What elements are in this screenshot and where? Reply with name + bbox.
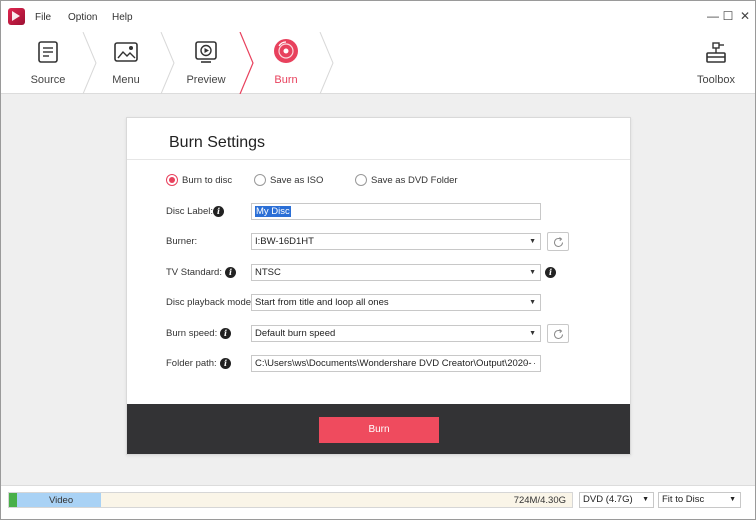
step-burn-label: Burn: [274, 74, 298, 86]
tv-standard-value: NTSC: [255, 267, 281, 278]
close-icon[interactable]: ✕: [738, 9, 752, 23]
minimize-icon[interactable]: —: [706, 9, 720, 23]
chevron-down-icon: ▼: [529, 238, 536, 245]
toolbox-button[interactable]: Toolbox: [685, 32, 747, 94]
refresh-icon: [554, 329, 563, 339]
disc-capacity-bar: Video 724M/4.30G: [8, 492, 573, 508]
folder-path-label: Folder path:: [166, 358, 217, 369]
app-logo-icon: [8, 8, 25, 25]
folder-path-input[interactable]: C:\Users\ws\Documents\Wondershare DVD Cr…: [251, 355, 541, 372]
chevron-down-icon: ▼: [529, 269, 536, 276]
radio-button[interactable]: [166, 174, 178, 186]
tv-standard-label: TV Standard:: [166, 267, 222, 278]
step-source-label: Source: [30, 74, 66, 86]
panel-footer: Burn: [127, 404, 630, 454]
toolbox-label: Toolbox: [697, 74, 735, 86]
info-icon[interactable]: i: [213, 206, 224, 217]
burn-settings-panel: Burn Settings Burn to disc Save as ISO S…: [126, 117, 631, 455]
info-icon[interactable]: i: [220, 358, 231, 369]
fit-mode-value: Fit to Disc: [662, 494, 705, 505]
menu-option[interactable]: Option: [68, 12, 97, 23]
step-menu-label: Menu: [112, 74, 140, 86]
step-navigation: Source Menu Preview Burn Toolbox: [1, 32, 755, 94]
disc-label-label: Disc Label:: [166, 206, 213, 217]
maximize-icon[interactable]: ☐: [721, 9, 735, 23]
browse-folder-icon[interactable]: ···: [525, 356, 538, 371]
chevron-down-icon: ▼: [729, 496, 736, 503]
status-bar: Video 724M/4.30G DVD (4.7G) ▼ Fit to Disc…: [1, 485, 755, 519]
radio-label: Save as DVD Folder: [371, 175, 458, 186]
disc-type-select[interactable]: DVD (4.7G) ▼: [579, 492, 654, 508]
preview-icon: [195, 41, 217, 63]
step-burn[interactable]: Burn: [248, 32, 324, 94]
burn-disc-icon: [274, 39, 298, 63]
burner-select[interactable]: I:BW-16D1HT ▼: [251, 233, 541, 250]
burn-button[interactable]: Burn: [319, 417, 439, 443]
menu-help[interactable]: Help: [112, 12, 133, 23]
folder-path-value: C:\Users\ws\Documents\Wondershare DVD Cr…: [255, 358, 532, 369]
title-bar: File Option Help — ☐ ✕: [1, 1, 755, 32]
app-window: File Option Help — ☐ ✕ Source Menu Previ…: [0, 0, 756, 520]
info-icon[interactable]: i: [220, 328, 231, 339]
step-divider: [319, 32, 334, 94]
tv-standard-select[interactable]: NTSC ▼: [251, 264, 541, 281]
step-preview[interactable]: Preview: [168, 32, 244, 94]
chevron-down-icon: ▼: [529, 299, 536, 306]
info-icon[interactable]: i: [225, 267, 236, 278]
menu-template-icon: [114, 42, 138, 62]
radio-label: Burn to disc: [182, 175, 233, 186]
refresh-icon: [554, 237, 563, 247]
capacity-size: 724M/4.30G: [513, 495, 566, 506]
radio-button[interactable]: [355, 174, 367, 186]
chevron-down-icon: ▼: [642, 496, 649, 503]
step-source[interactable]: Source: [9, 32, 87, 94]
disc-type-value: DVD (4.7G): [583, 494, 633, 505]
menu-file[interactable]: File: [35, 12, 51, 23]
radio-button[interactable]: [254, 174, 266, 186]
divider: [127, 159, 630, 160]
toolbox-icon: [706, 42, 726, 63]
refresh-burner-button[interactable]: [547, 232, 569, 251]
burn-speed-select[interactable]: Default burn speed ▼: [251, 325, 541, 342]
burn-speed-value: Default burn speed: [255, 328, 336, 339]
radio-label: Save as ISO: [270, 175, 324, 186]
capacity-track-label: Video: [49, 495, 74, 506]
burn-speed-label: Burn speed:: [166, 328, 218, 339]
disc-label-value: My Disc: [255, 206, 291, 217]
burner-value: I:BW-16D1HT: [255, 236, 314, 247]
playback-mode-value: Start from title and loop all ones: [255, 297, 389, 308]
playback-mode-select[interactable]: Start from title and loop all ones ▼: [251, 294, 541, 311]
playback-mode-label: Disc playback mode:: [166, 297, 254, 308]
burner-label: Burner:: [166, 236, 198, 247]
info-icon[interactable]: i: [545, 267, 556, 278]
refresh-speed-button[interactable]: [547, 324, 569, 343]
step-preview-label: Preview: [186, 74, 226, 86]
source-icon: [38, 41, 58, 63]
chevron-down-icon: ▼: [529, 330, 536, 337]
step-menu[interactable]: Menu: [88, 32, 164, 94]
fit-mode-select[interactable]: Fit to Disc ▼: [658, 492, 741, 508]
panel-title: Burn Settings: [169, 134, 266, 151]
disc-label-input[interactable]: My Disc: [251, 203, 541, 220]
